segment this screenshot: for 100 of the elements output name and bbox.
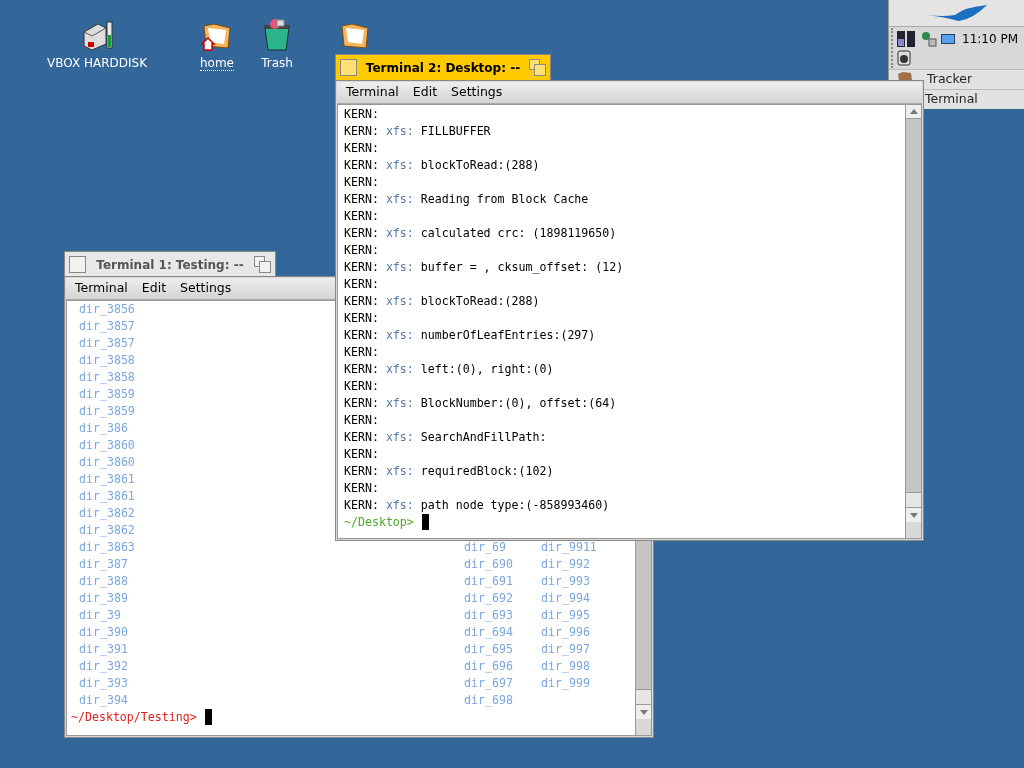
window-tab[interactable]: Terminal 2: Desktop: --	[335, 54, 551, 80]
log-source: KERN:	[344, 498, 379, 512]
log-source: KERN:	[344, 430, 379, 444]
log-source: KERN:	[344, 124, 379, 138]
log-source: KERN:	[344, 345, 379, 359]
log-message: left:(0), right:(0)	[420, 362, 554, 376]
directory-name: dir_3857	[79, 318, 135, 335]
log-source: KERN:	[344, 413, 379, 427]
network-icon[interactable]	[921, 31, 937, 47]
log-source: KERN:	[344, 481, 379, 495]
down-arrow-icon[interactable]	[639, 709, 648, 715]
zoom-icon[interactable]	[529, 59, 546, 76]
log-tag: xfs:	[385, 294, 414, 308]
window-tab[interactable]: Terminal 1: Testing: --	[64, 251, 276, 277]
menu-item[interactable]: Edit	[405, 83, 445, 102]
log-tag: xfs:	[385, 260, 414, 274]
directory-name: dir_996	[541, 624, 590, 641]
menu-item[interactable]: Edit	[134, 279, 174, 298]
screen-icon[interactable]	[941, 34, 955, 44]
zoom-icon[interactable]	[254, 256, 271, 273]
directory-name: dir_3858	[79, 369, 135, 386]
log-source: KERN:	[344, 141, 379, 155]
window-title: Terminal 1: Testing: --	[95, 256, 245, 274]
text-cursor	[421, 514, 429, 530]
directory-name: dir_693	[464, 607, 513, 624]
directory-name: dir_69	[464, 539, 506, 556]
directory-name: dir_3860	[79, 437, 135, 454]
log-message: numberOfLeafEntries:(297)	[420, 328, 596, 342]
directory-name: dir_9911	[541, 539, 597, 556]
directory-name: dir_997	[541, 641, 590, 658]
directory-name: dir_3863	[79, 539, 135, 556]
log-message: FILLBUFFER	[420, 124, 491, 138]
directory-name: dir_39	[79, 607, 121, 624]
log-source: KERN:	[344, 396, 379, 410]
log-tag: xfs:	[385, 498, 414, 512]
text-cursor	[204, 709, 212, 725]
directory-name: dir_3859	[79, 386, 135, 403]
directory-name: dir_694	[464, 624, 513, 641]
directory-name: dir_3858	[79, 352, 135, 369]
window-title: Terminal 2: Desktop: --	[365, 59, 521, 77]
log-source: KERN:	[344, 311, 379, 325]
log-source: KERN:	[344, 260, 379, 274]
menu-item[interactable]: Terminal	[339, 83, 406, 102]
menu-item[interactable]: Terminal	[68, 279, 135, 298]
directory-name: dir_393	[79, 675, 128, 692]
cpu-meter-icon[interactable]	[897, 31, 917, 47]
close-icon[interactable]	[69, 256, 86, 273]
directory-name: dir_394	[79, 692, 128, 709]
log-source: KERN:	[344, 379, 379, 393]
menu-item[interactable]: Settings	[173, 279, 239, 298]
log-message: path node type:(-858993460)	[420, 498, 610, 512]
icon-label[interactable]: home	[200, 56, 234, 71]
directory-name: dir_391	[79, 641, 128, 658]
log-source: KERN:	[344, 447, 379, 461]
directory-name: dir_3856	[79, 301, 135, 318]
icon-label[interactable]: VBOX HARDDISK	[47, 56, 147, 70]
log-message: blockToRead:(288)	[420, 158, 540, 172]
menu-item[interactable]: Settings	[444, 83, 510, 102]
close-icon[interactable]	[340, 59, 357, 76]
scrollbar-thumb[interactable]	[906, 492, 921, 508]
directory-name: dir_3861	[79, 471, 135, 488]
scrollbar[interactable]	[906, 104, 922, 539]
log-message: blockToRead:(288)	[420, 294, 540, 308]
directory-name: dir_389	[79, 590, 128, 607]
log-message: calculated crc: (1898119650)	[420, 226, 617, 240]
directory-name: dir_390	[79, 624, 128, 641]
log-source: KERN:	[344, 192, 379, 206]
log-tag: xfs:	[385, 396, 414, 410]
disk-icon[interactable]	[80, 18, 114, 52]
up-arrow-icon[interactable]	[909, 109, 918, 114]
log-source: KERN:	[344, 175, 379, 189]
directory-name: dir_3862	[79, 505, 135, 522]
icon-label[interactable]: Trash	[261, 56, 293, 70]
directory-name: dir_999	[541, 675, 590, 692]
log-source: KERN:	[344, 158, 379, 172]
directory-name: dir_697	[464, 675, 513, 692]
directory-name: dir_994	[541, 590, 590, 607]
clock[interactable]: 11:10 PM	[962, 30, 1018, 48]
scrollbar-thumb[interactable]	[636, 689, 651, 705]
log-tag: xfs:	[385, 362, 414, 376]
directory-name: dir_695	[464, 641, 513, 658]
log-message: Reading from Block Cache	[420, 192, 589, 206]
directory-name: dir_3862	[79, 522, 135, 539]
log-source: KERN:	[344, 226, 379, 240]
directory-name: dir_3861	[79, 488, 135, 505]
log-source: KERN:	[344, 209, 379, 223]
directory-name: dir_392	[79, 658, 128, 675]
log-source: KERN:	[344, 107, 379, 121]
log-tag: xfs:	[385, 158, 414, 172]
directory-name: dir_995	[541, 607, 590, 624]
log-tag: xfs:	[385, 192, 414, 206]
directory-name: dir_692	[464, 590, 513, 607]
log-message: SearchAndFillPath:	[420, 430, 547, 444]
directory-name: dir_386	[79, 420, 128, 437]
log-tag: xfs:	[385, 328, 414, 342]
down-arrow-icon[interactable]	[909, 512, 918, 518]
speaker-icon[interactable]	[897, 49, 911, 66]
directory-name: dir_3857	[79, 335, 135, 352]
directory-name: dir_690	[464, 556, 513, 573]
log-tag: xfs:	[385, 124, 414, 138]
